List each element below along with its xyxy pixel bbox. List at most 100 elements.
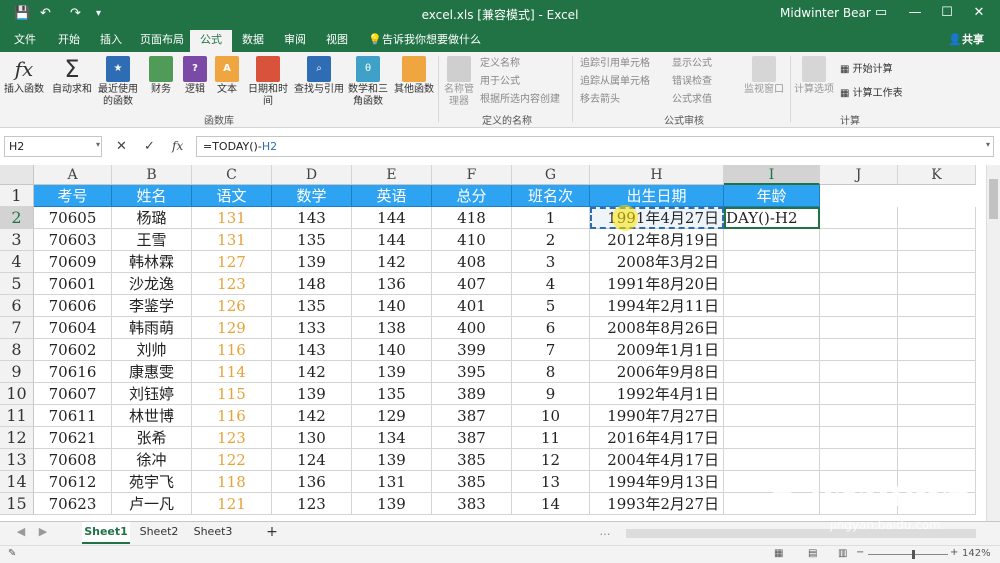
table-cell[interactable] <box>724 339 820 361</box>
table-cell[interactable]: 401 <box>432 295 512 317</box>
tab-insert[interactable]: 插入 <box>100 32 122 52</box>
table-cell[interactable]: 126 <box>192 295 272 317</box>
table-cell[interactable]: 395 <box>432 361 512 383</box>
define-name-button[interactable]: 定义名称 <box>480 58 520 70</box>
vertical-scrollbar[interactable] <box>986 165 1000 521</box>
table-cell[interactable] <box>820 361 898 383</box>
header-cell[interactable]: 英语 <box>352 185 432 207</box>
table-cell[interactable]: 134 <box>352 427 432 449</box>
table-cell[interactable]: 1990年7月27日 <box>590 405 724 427</box>
datetime-button[interactable]: 日期和时间 <box>244 56 292 108</box>
table-cell[interactable]: 70621 <box>34 427 112 449</box>
table-cell[interactable]: 70601 <box>34 273 112 295</box>
more-functions-button[interactable]: 其他函数 <box>394 56 434 96</box>
table-cell[interactable]: 127 <box>192 251 272 273</box>
lookup-button[interactable]: ⌕ 查找与引用 <box>294 56 344 96</box>
table-cell[interactable]: 400 <box>432 317 512 339</box>
recent-functions-button[interactable]: ★ 最近使用的函数 <box>96 56 140 108</box>
enter-icon[interactable]: ✓ <box>144 139 155 154</box>
table-cell[interactable]: 70604 <box>34 317 112 339</box>
table-cell[interactable] <box>724 449 820 471</box>
active-cell-editor[interactable]: DAY()-H2 <box>724 207 820 229</box>
table-cell[interactable] <box>724 273 820 295</box>
table-cell[interactable]: 2008年8月26日 <box>590 317 724 339</box>
table-cell[interactable] <box>898 339 976 361</box>
table-cell[interactable]: 70607 <box>34 383 112 405</box>
table-cell[interactable]: 12 <box>512 449 590 471</box>
calc-now-button[interactable]: ▦ 开始计算 <box>840 64 893 76</box>
table-cell[interactable]: 9 <box>512 383 590 405</box>
table-cell[interactable]: 135 <box>272 295 352 317</box>
table-cell[interactable]: 138 <box>352 317 432 339</box>
table-cell[interactable] <box>820 229 898 251</box>
formula-input[interactable]: =TODAY()-H2 <box>196 136 994 157</box>
sheet-tab-sheet2[interactable]: Sheet2 <box>134 522 184 544</box>
minimize-button[interactable]: — <box>900 3 930 23</box>
table-cell[interactable]: 70612 <box>34 471 112 493</box>
table-cell[interactable]: 2006年9月8日 <box>590 361 724 383</box>
table-cell[interactable]: 118 <box>192 471 272 493</box>
normal-view-icon[interactable]: ▦ <box>774 548 783 559</box>
tab-data[interactable]: 数据 <box>242 32 264 52</box>
table-cell[interactable]: 康惠雯 <box>112 361 192 383</box>
table-cell[interactable]: 407 <box>432 273 512 295</box>
table-cell[interactable]: 142 <box>272 361 352 383</box>
table-cell[interactable]: 130 <box>272 427 352 449</box>
column-header-a[interactable]: A <box>34 165 112 185</box>
table-cell[interactable]: 143 <box>272 207 352 229</box>
table-cell[interactable] <box>820 427 898 449</box>
column-header-e[interactable]: E <box>352 165 432 185</box>
table-cell[interactable]: 144 <box>352 207 432 229</box>
sheet-nav-prev-icon[interactable]: ◀ <box>14 522 28 544</box>
table-cell[interactable]: 142 <box>272 405 352 427</box>
table-cell[interactable]: 1994年9月13日 <box>590 471 724 493</box>
table-cell[interactable]: 131 <box>192 229 272 251</box>
evaluate-formula-button[interactable]: 公式求值 <box>672 94 712 106</box>
maximize-button[interactable]: ☐ <box>932 3 962 23</box>
table-cell[interactable] <box>898 383 976 405</box>
table-cell[interactable]: 70616 <box>34 361 112 383</box>
tab-file[interactable]: 文件 <box>14 32 36 52</box>
ribbon-display-icon[interactable]: ▭ <box>866 3 896 23</box>
table-cell[interactable]: 2016年4月17日 <box>590 427 724 449</box>
name-box-dropdown-icon[interactable]: ▾ <box>96 140 100 149</box>
table-cell[interactable]: 李鉴学 <box>112 295 192 317</box>
table-cell[interactable] <box>724 405 820 427</box>
use-in-formula-button[interactable]: 用于公式 <box>480 76 520 88</box>
trace-dependents-button[interactable]: 追踪从属单元格 <box>580 76 650 88</box>
table-cell[interactable]: 139 <box>352 361 432 383</box>
table-cell[interactable]: 苑宇飞 <box>112 471 192 493</box>
table-cell[interactable] <box>898 295 976 317</box>
table-cell[interactable] <box>820 273 898 295</box>
table-cell[interactable]: 张希 <box>112 427 192 449</box>
table-cell[interactable]: 2012年8月19日 <box>590 229 724 251</box>
show-formulas-button[interactable]: 显示公式 <box>672 58 712 70</box>
table-cell[interactable]: 刘钰婷 <box>112 383 192 405</box>
zoom-slider-handle[interactable] <box>912 550 915 559</box>
table-cell[interactable]: 14 <box>512 493 590 515</box>
header-cell[interactable]: 数学 <box>272 185 352 207</box>
row-header-15[interactable]: 15 <box>0 493 34 515</box>
table-cell[interactable]: 6 <box>512 317 590 339</box>
column-header-i[interactable]: I <box>724 165 820 185</box>
worksheet-grid[interactable]: ABCDEFGHIJK 1 2 3 4 5 6 7 8 9 10 11 12 13 14 15 考号 姓名 语文… <box>0 165 986 521</box>
text-button[interactable]: A 文本 <box>214 56 240 96</box>
table-cell[interactable]: 1 <box>512 207 590 229</box>
column-header-d[interactable]: D <box>272 165 352 185</box>
table-cell[interactable]: 7 <box>512 339 590 361</box>
table-cell[interactable]: 142 <box>352 251 432 273</box>
table-cell[interactable] <box>820 295 898 317</box>
row-header-7[interactable]: 7 <box>0 317 34 339</box>
table-cell[interactable]: 387 <box>432 405 512 427</box>
table-cell[interactable]: 144 <box>352 229 432 251</box>
table-cell[interactable] <box>898 251 976 273</box>
table-cell[interactable]: 148 <box>272 273 352 295</box>
row-header-12[interactable]: 12 <box>0 427 34 449</box>
column-header-c[interactable]: C <box>192 165 272 185</box>
row-header-11[interactable]: 11 <box>0 405 34 427</box>
table-cell[interactable]: 116 <box>192 339 272 361</box>
table-cell[interactable] <box>820 449 898 471</box>
table-cell[interactable]: 2 <box>512 229 590 251</box>
header-cell[interactable]: 姓名 <box>112 185 192 207</box>
name-manager-button[interactable]: 名称管理器 <box>442 56 476 108</box>
